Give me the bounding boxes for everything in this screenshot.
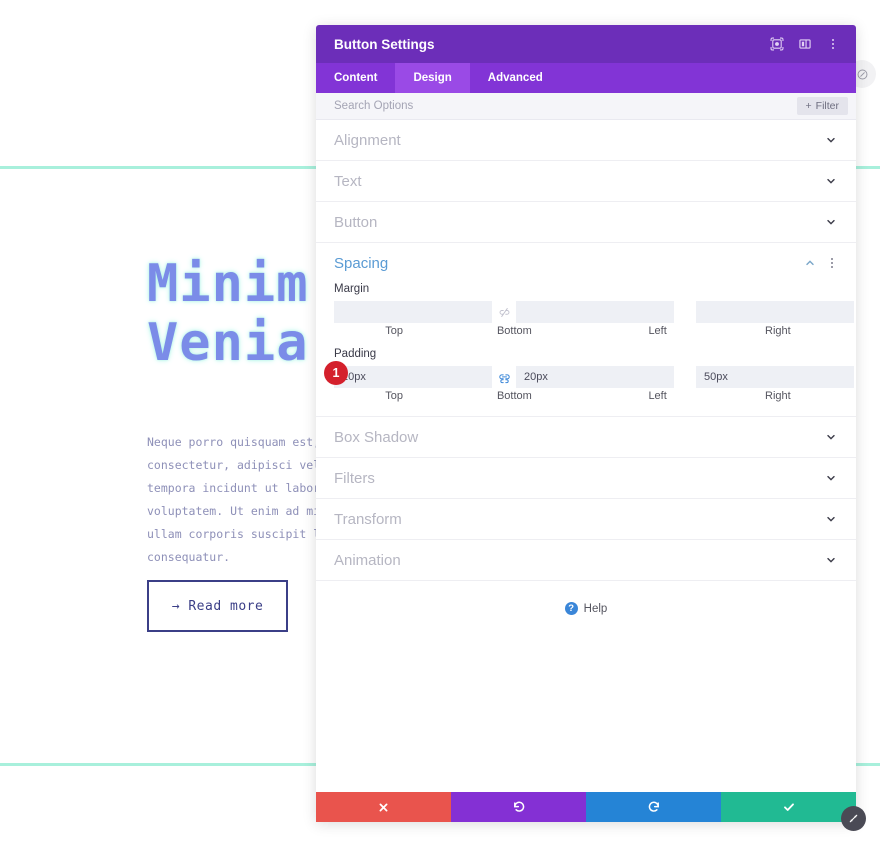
- more-vertical-icon[interactable]: [825, 37, 840, 52]
- chevron-down-icon: [824, 553, 838, 567]
- modal-header-icons: [769, 37, 840, 52]
- chevron-down-icon: [824, 174, 838, 188]
- padding-inputs-row: [334, 366, 854, 388]
- section-filters: Filters: [316, 458, 856, 499]
- padding-link-horizontal-icon[interactable]: [854, 371, 856, 384]
- margin-link-horizontal-icon[interactable]: [854, 306, 856, 319]
- modal-scroll-body[interactable]: Alignment Text Button Spacing Margin Top…: [316, 120, 856, 792]
- section-title-transform: Transform: [334, 510, 402, 528]
- tab-advanced[interactable]: Advanced: [470, 63, 561, 93]
- spacing-section-content: Margin Top Bottom Left Right Padding 1 2…: [324, 283, 854, 416]
- search-input[interactable]: [334, 100, 797, 112]
- chevron-down-icon: [824, 471, 838, 485]
- step-badge-1: 1: [324, 361, 348, 385]
- section-title-box-shadow: Box Shadow: [334, 428, 419, 446]
- section-options-more-icon[interactable]: [826, 258, 838, 268]
- modal-footer: [316, 792, 856, 822]
- section-header-box-shadow[interactable]: Box Shadow: [334, 417, 838, 457]
- modal-title: Button Settings: [334, 36, 435, 52]
- responsive-preview-icon[interactable]: [769, 37, 784, 52]
- padding-bottom-input[interactable]: [516, 366, 674, 388]
- chevron-up-icon[interactable]: [803, 256, 817, 270]
- section-button: Button: [316, 202, 856, 243]
- padding-top-caption: Top: [385, 390, 403, 402]
- padding-left-input[interactable]: [696, 366, 854, 388]
- section-box-shadow: Box Shadow: [316, 417, 856, 458]
- margin-label: Margin: [334, 283, 370, 295]
- search-options-row: + Filter: [316, 93, 856, 120]
- cancel-button[interactable]: [316, 792, 451, 822]
- tab-content[interactable]: Content: [316, 63, 395, 93]
- close-icon: [377, 801, 390, 814]
- redo-button[interactable]: [586, 792, 721, 822]
- margin-inputs-row: [334, 301, 854, 323]
- section-header-transform[interactable]: Transform: [334, 499, 838, 539]
- tab-design[interactable]: Design: [395, 63, 470, 93]
- filter-button[interactable]: + Filter: [796, 97, 848, 115]
- margin-top-caption: Top: [385, 325, 403, 337]
- section-text: Text: [316, 161, 856, 202]
- padding-label: Padding: [334, 348, 377, 360]
- modal-header[interactable]: Button Settings: [316, 25, 856, 63]
- undo-button[interactable]: [451, 792, 586, 822]
- layout-columns-icon[interactable]: [797, 37, 812, 52]
- section-animation: Animation: [316, 540, 856, 581]
- margin-bottom-caption: Bottom: [496, 325, 532, 337]
- section-title-text: Text: [334, 172, 362, 190]
- resize-handle-icon[interactable]: [841, 806, 866, 831]
- section-transform: Transform: [316, 499, 856, 540]
- section-header-text[interactable]: Text: [334, 161, 838, 201]
- section-alignment: Alignment: [316, 120, 856, 161]
- redo-icon: [647, 800, 661, 814]
- section-header-button[interactable]: Button: [334, 202, 838, 242]
- modal-tabs: Content Design Advanced: [316, 63, 856, 93]
- button-settings-modal: Button Settings Content Design Advanced …: [316, 25, 856, 822]
- margin-right-caption: Right: [765, 325, 791, 337]
- section-header-alignment[interactable]: Alignment: [334, 120, 838, 160]
- section-spacing: Spacing Margin Top Bottom Left Right Pad…: [316, 243, 856, 417]
- section-header-spacing[interactable]: Spacing: [334, 243, 838, 283]
- chevron-down-icon: [824, 512, 838, 526]
- margin-left-input[interactable]: [696, 301, 854, 323]
- chevron-down-icon: [824, 133, 838, 147]
- filter-button-label: Filter: [815, 100, 839, 112]
- save-button[interactable]: [721, 792, 856, 822]
- section-header-filters[interactable]: Filters: [334, 458, 838, 498]
- padding-top-input[interactable]: [334, 366, 492, 388]
- check-icon: [782, 800, 796, 814]
- section-title-filters: Filters: [334, 469, 375, 487]
- chevron-down-icon: [824, 430, 838, 444]
- help-link[interactable]: ? Help: [316, 581, 856, 636]
- section-title-spacing: Spacing: [334, 254, 389, 272]
- padding-captions-row: Top Bottom Left Right: [334, 390, 838, 402]
- section-header-animation[interactable]: Animation: [334, 540, 838, 580]
- margin-captions-row: Top Bottom Left Right: [334, 325, 838, 337]
- help-label: Help: [583, 602, 608, 615]
- plus-icon: +: [805, 100, 812, 112]
- padding-left-caption: Left: [648, 390, 667, 402]
- question-mark-icon: ?: [564, 602, 578, 615]
- margin-top-input[interactable]: [334, 301, 492, 323]
- padding-bottom-caption: Bottom: [496, 390, 532, 402]
- margin-left-caption: Left: [648, 325, 667, 337]
- padding-right-caption: Right: [765, 390, 791, 402]
- section-title-alignment: Alignment: [334, 131, 401, 149]
- margin-link-vertical-icon[interactable]: [492, 306, 516, 319]
- read-more-button[interactable]: → Read more: [147, 580, 288, 632]
- chevron-down-icon: [824, 215, 838, 229]
- section-title-button: Button: [334, 213, 378, 231]
- padding-link-vertical-icon[interactable]: [492, 371, 516, 384]
- margin-bottom-input[interactable]: [516, 301, 674, 323]
- undo-icon: [512, 800, 526, 814]
- section-title-animation: Animation: [334, 551, 401, 569]
